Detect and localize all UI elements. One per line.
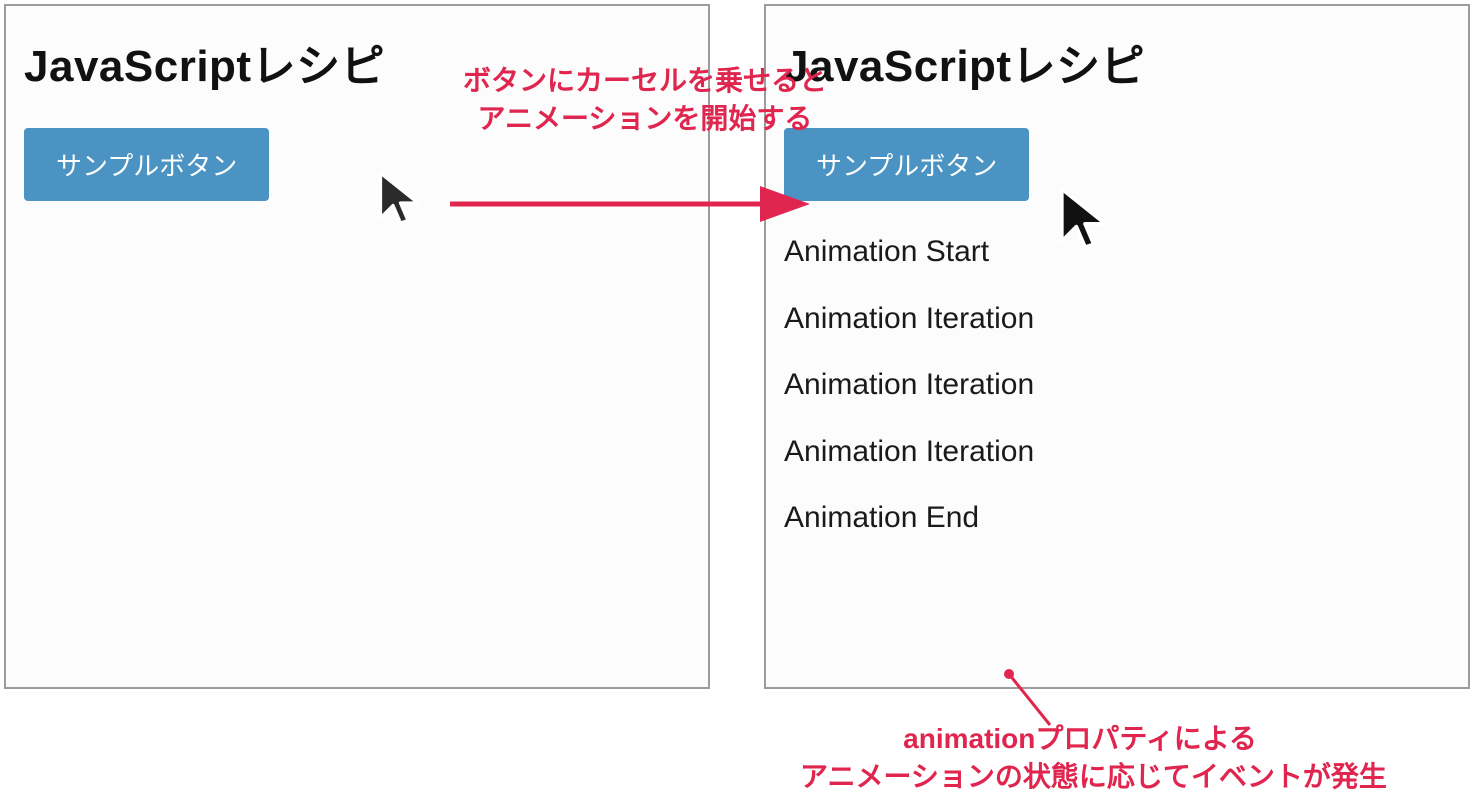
state-panel-before: JavaScriptレシピ サンプルボタン (4, 4, 710, 689)
sample-button-right[interactable]: サンプルボタン (784, 128, 1029, 201)
log-line: Animation Iteration (784, 302, 1450, 337)
state-panel-after: JavaScriptレシピ サンプルボタン Animation Start An… (764, 4, 1470, 689)
log-line: Animation Start (784, 235, 1450, 270)
animation-event-log: Animation Start Animation Iteration Anim… (784, 235, 1450, 536)
page-title-right: JavaScriptレシピ (784, 30, 1450, 94)
log-line: Animation Iteration (784, 435, 1450, 470)
annotation-events-explain: animationプロパティによる アニメーションの状態に応じてイベントが発生 (800, 720, 1360, 796)
annotation-text: アニメーションの状態に応じてイベントが発生 (800, 761, 1387, 792)
page-title-left: JavaScriptレシピ (24, 30, 690, 94)
diagram-stage: JavaScriptレシピ サンプルボタン JavaScriptレシピ サンプル… (0, 0, 1475, 786)
sample-button-left[interactable]: サンプルボタン (24, 128, 269, 201)
log-line: Animation Iteration (784, 368, 1450, 403)
log-line: Animation End (784, 501, 1450, 536)
annotation-text: animationプロパティによる (903, 723, 1257, 754)
